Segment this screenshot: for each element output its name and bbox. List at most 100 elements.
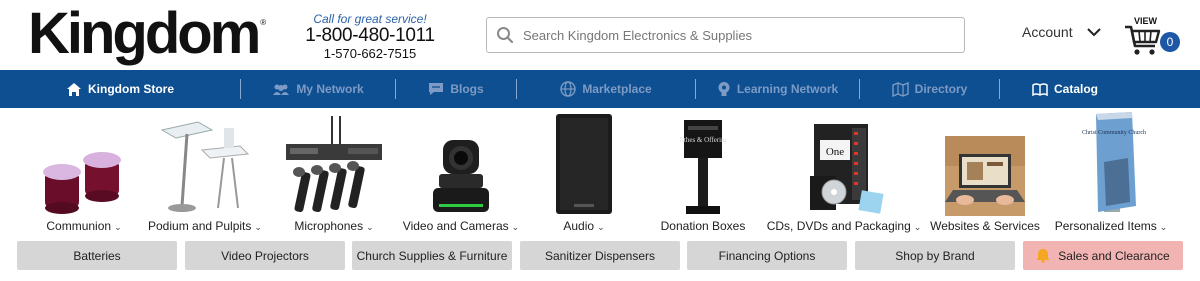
category-personalized-items[interactable]: Christ Community Church Personalized Ite… xyxy=(1048,108,1174,236)
nav-item-learning-network[interactable]: Learning Network xyxy=(696,70,859,108)
chat-icon xyxy=(429,83,444,95)
category-label: Personalized Items xyxy=(1054,219,1157,233)
cd-tower-image: One xyxy=(766,110,922,216)
donation-box-image: Tithes & Offering xyxy=(655,110,751,216)
category-label: Donation Boxes xyxy=(660,219,746,233)
pill-label: Batteries xyxy=(73,248,121,263)
donation-box-text: Tithes & Offering xyxy=(680,136,726,144)
nav-item-blogs[interactable]: Blogs xyxy=(396,70,516,108)
pill-batteries[interactable]: Batteries xyxy=(17,241,177,270)
speaker-image xyxy=(545,110,623,216)
chevron-down-icon: ⌄ xyxy=(366,222,374,232)
category-label-wrap: Communion ⌄ xyxy=(34,219,134,233)
account-menu[interactable]: Account xyxy=(1022,24,1101,40)
nav-item-catalog[interactable]: Catalog xyxy=(1000,70,1130,108)
main-navigation: Kingdom Store My Network Blogs Marketpla… xyxy=(0,70,1200,108)
phone-number-main[interactable]: 1-800-480-1011 xyxy=(305,26,435,46)
logo-registered-mark: ® xyxy=(260,18,267,27)
category-label: CDs, DVDs and Packaging xyxy=(766,219,911,233)
chevron-down-icon: ⌄ xyxy=(511,222,520,232)
category-label-wrap: Video and Cameras ⌄ xyxy=(398,219,524,233)
category-label: Communion xyxy=(46,219,112,233)
account-label: Account xyxy=(1022,24,1073,40)
book-icon xyxy=(1032,82,1048,96)
category-label: Podium and Pulpits xyxy=(148,219,252,233)
pill-label: Video Projectors xyxy=(221,248,309,263)
phone-tagline: Call for great service! xyxy=(313,12,427,26)
pill-label: Financing Options xyxy=(718,248,816,263)
nav-label: My Network xyxy=(296,82,364,96)
category-label: Microphones xyxy=(294,219,364,233)
shopping-cart-icon xyxy=(1125,25,1161,55)
nav-item-my-network[interactable]: My Network xyxy=(241,70,395,108)
pill-sales-and-clearance[interactable]: Sales and Clearance xyxy=(1023,241,1183,270)
category-label-wrap: Websites & Services xyxy=(930,219,1040,233)
kingdom-logo[interactable]: Kingdom ® xyxy=(28,4,266,64)
podium-image xyxy=(148,110,260,216)
category-cds-dvds-packaging[interactable]: One CDs, DVDs and Packaging ⌄ xyxy=(766,108,922,236)
phone-contact: Call for great service! 1-800-480-1011 1… xyxy=(305,12,435,61)
pill-financing-options[interactable]: Financing Options xyxy=(687,241,847,270)
chevron-down-icon: ⌄ xyxy=(114,222,122,232)
category-video-and-cameras[interactable]: Video and Cameras ⌄ xyxy=(398,108,524,236)
pill-label: Sales and Clearance xyxy=(1058,248,1170,263)
site-header: Kingdom ® Call for great service! 1-800-… xyxy=(0,0,1200,70)
bulb-icon xyxy=(718,81,730,96)
nav-label: Marketplace xyxy=(582,82,652,96)
nav-item-kingdom-store[interactable]: Kingdom Store xyxy=(0,70,240,108)
globe-icon xyxy=(560,81,577,97)
category-microphones[interactable]: Microphones ⌄ xyxy=(283,108,385,236)
category-audio[interactable]: Audio ⌄ xyxy=(545,108,623,236)
pill-label: Shop by Brand xyxy=(895,248,975,263)
nav-label: Directory xyxy=(914,82,968,96)
pill-sanitizer-dispensers[interactable]: Sanitizer Dispensers xyxy=(520,241,680,270)
laptop-photo-image xyxy=(930,110,1040,216)
chevron-down-icon: ⌄ xyxy=(254,222,262,232)
phone-number-alt[interactable]: 1-570-662-7515 xyxy=(305,46,435,61)
category-label-wrap: Podium and Pulpits ⌄ xyxy=(148,219,262,233)
search-icon[interactable] xyxy=(487,18,523,52)
chevron-down-icon: ⌄ xyxy=(1159,222,1168,232)
category-label: Websites & Services xyxy=(930,219,1040,233)
banner-stand-image: Christ Community Church xyxy=(1048,110,1174,216)
category-label-wrap: Personalized Items ⌄ xyxy=(1048,219,1174,233)
nav-label: Blogs xyxy=(450,82,484,96)
category-label-wrap: Audio ⌄ xyxy=(545,219,623,233)
communion-cups-image xyxy=(34,110,134,216)
logo-wordmark: Kingdom xyxy=(28,1,261,66)
category-label: Audio xyxy=(563,219,595,233)
nav-item-marketplace[interactable]: Marketplace xyxy=(517,70,695,108)
category-communion[interactable]: Communion ⌄ xyxy=(34,108,134,236)
map-icon xyxy=(891,81,909,97)
nav-label: Kingdom Store xyxy=(88,82,174,96)
nav-item-directory[interactable]: Directory xyxy=(860,70,999,108)
category-label-wrap: Microphones ⌄ xyxy=(283,219,385,233)
bell-icon xyxy=(1036,249,1050,263)
nav-label: Learning Network xyxy=(736,82,839,96)
category-label-wrap: Donation Boxes xyxy=(655,219,751,233)
pill-church-supplies-furniture[interactable]: Church Supplies & Furniture xyxy=(352,241,512,270)
chevron-down-icon: ⌄ xyxy=(597,222,605,232)
ptz-camera-image xyxy=(398,110,524,216)
category-podium-and-pulpits[interactable]: Podium and Pulpits ⌄ xyxy=(148,108,262,236)
home-icon xyxy=(67,82,81,96)
people-icon xyxy=(273,84,290,95)
pill-label: Church Supplies & Furniture xyxy=(356,248,508,263)
category-row: Communion ⌄ Podium and Pulpits ⌄ Microph… xyxy=(0,108,1200,236)
category-websites-services[interactable]: Websites & Services xyxy=(930,108,1040,236)
category-label: Video and Cameras xyxy=(402,219,509,233)
chevron-down-icon: ⌄ xyxy=(913,222,922,232)
quick-links: Batteries Video Projectors Church Suppli… xyxy=(17,241,1183,270)
category-label-wrap: CDs, DVDs and Packaging ⌄ xyxy=(766,219,922,233)
chevron-down-icon xyxy=(1086,24,1101,40)
cd-tower-text: One xyxy=(826,146,844,158)
search-bar[interactable] xyxy=(486,17,965,53)
cart-count-badge: 0 xyxy=(1160,32,1180,52)
pill-label: Sanitizer Dispensers xyxy=(544,248,656,263)
microphones-image xyxy=(283,110,385,216)
category-donation-boxes[interactable]: Tithes & Offering Donation Boxes xyxy=(655,108,751,236)
cart-button[interactable]: VIEW 0 xyxy=(1124,16,1184,56)
pill-video-projectors[interactable]: Video Projectors xyxy=(185,241,345,270)
pill-shop-by-brand[interactable]: Shop by Brand xyxy=(855,241,1015,270)
search-input[interactable] xyxy=(523,27,943,43)
